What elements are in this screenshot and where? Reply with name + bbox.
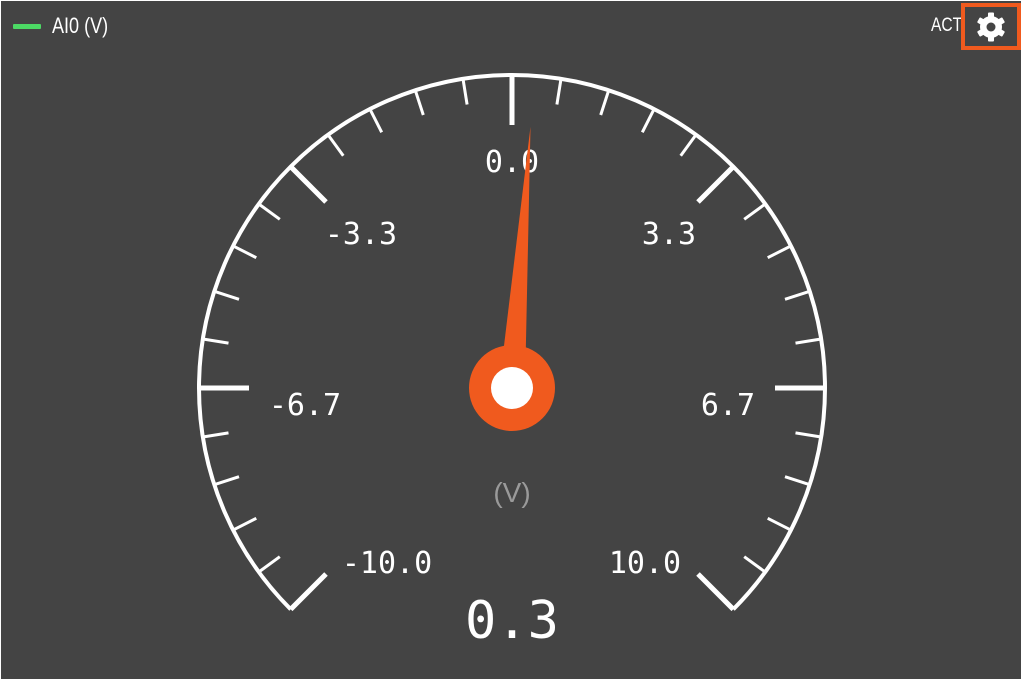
minor-tick <box>213 475 240 487</box>
minor-tick <box>599 89 611 116</box>
tick-label-3-3: 3.3 <box>642 217 696 252</box>
major-tick <box>288 572 328 612</box>
minor-tick <box>213 289 240 301</box>
gauge: -10.0 -6.7 -3.3 0.0 3.3 6.7 10.0 (V) 0.3 <box>197 73 827 651</box>
minor-tick <box>679 133 698 157</box>
minor-tick <box>461 78 469 105</box>
major-tick <box>288 164 328 204</box>
needle-hub-center <box>491 367 533 409</box>
minor-tick <box>795 431 822 439</box>
minor-tick <box>257 555 281 574</box>
minor-tick <box>326 133 345 157</box>
tick-label-minus-6-7: -6.7 <box>269 388 341 423</box>
gauge-panel: AI0 (V) ACT -10.0 -6.7 -3.3 0.0 3.3 6.7 … <box>1 1 1021 679</box>
minor-tick <box>202 337 229 345</box>
minor-tick <box>413 89 425 116</box>
minor-tick <box>257 202 281 221</box>
major-tick <box>696 572 736 612</box>
minor-tick <box>784 475 811 487</box>
units-label: (V) <box>493 477 530 508</box>
minor-tick <box>202 431 229 439</box>
minor-tick <box>555 78 563 105</box>
minor-tick <box>743 202 767 221</box>
minor-tick <box>767 516 792 532</box>
minor-tick <box>368 108 384 133</box>
minor-tick <box>232 516 257 532</box>
minor-tick <box>743 555 767 574</box>
major-tick <box>696 164 736 204</box>
minor-tick <box>784 289 811 301</box>
tick-label-zero: 0.0 <box>485 145 539 180</box>
minor-tick <box>232 244 257 260</box>
tick-label-max: 10.0 <box>609 546 681 581</box>
minor-tick <box>640 108 656 133</box>
tick-label-minus-3-3: -3.3 <box>325 217 397 252</box>
tick-label-min: -10.0 <box>342 546 432 581</box>
minor-tick <box>795 337 822 345</box>
tick-label-6-7: 6.7 <box>701 388 755 423</box>
minor-tick <box>767 244 792 260</box>
current-value: 0.3 <box>465 591 559 651</box>
